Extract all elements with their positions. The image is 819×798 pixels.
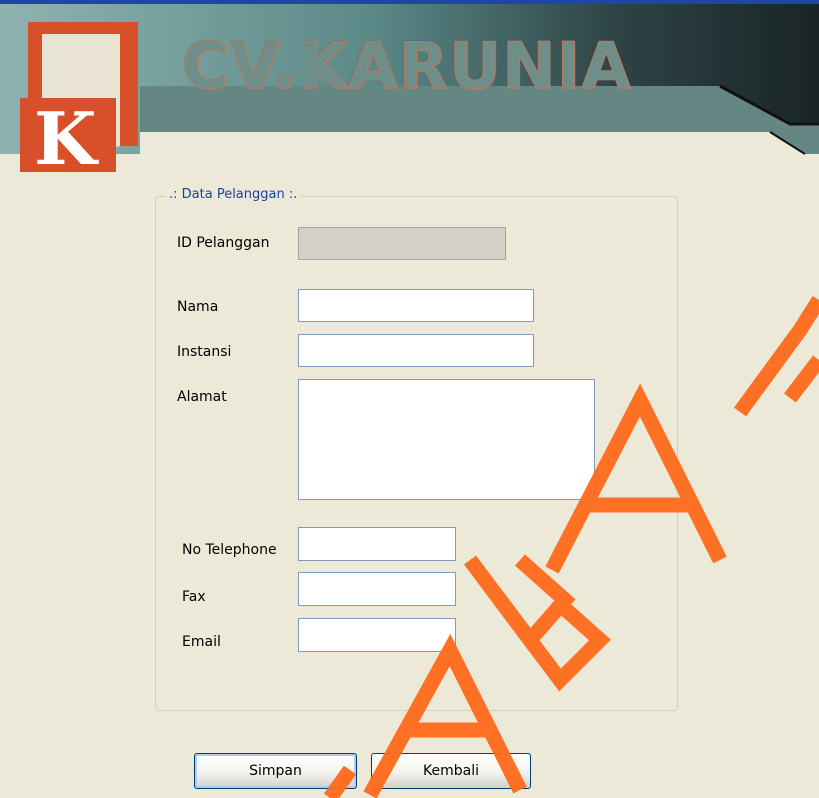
- label-fax: Fax: [182, 589, 206, 605]
- nama-field[interactable]: [298, 289, 534, 322]
- label-nama: Nama: [177, 299, 219, 315]
- company-logo-icon: K: [20, 22, 138, 172]
- kembali-button[interactable]: Kembali: [371, 753, 531, 789]
- label-id-pelanggan: ID Pelanggan: [177, 235, 270, 251]
- logo-letter: K: [34, 96, 99, 172]
- label-instansi: Instansi: [177, 344, 232, 360]
- id-pelanggan-field: [298, 227, 506, 260]
- no-telephone-field[interactable]: [298, 527, 456, 561]
- fax-field[interactable]: [298, 572, 456, 606]
- groupbox-title: .: Data Pelanggan :.: [166, 187, 301, 202]
- alamat-field[interactable]: [298, 379, 595, 500]
- label-email: Email: [182, 634, 221, 650]
- label-no-telephone: No Telephone: [182, 542, 277, 558]
- brand-name: CV.KARUNIA: [182, 30, 632, 105]
- simpan-button[interactable]: Simpan: [194, 753, 357, 789]
- label-alamat: Alamat: [177, 389, 227, 405]
- instansi-field[interactable]: [298, 334, 534, 367]
- email-field[interactable]: [298, 618, 456, 652]
